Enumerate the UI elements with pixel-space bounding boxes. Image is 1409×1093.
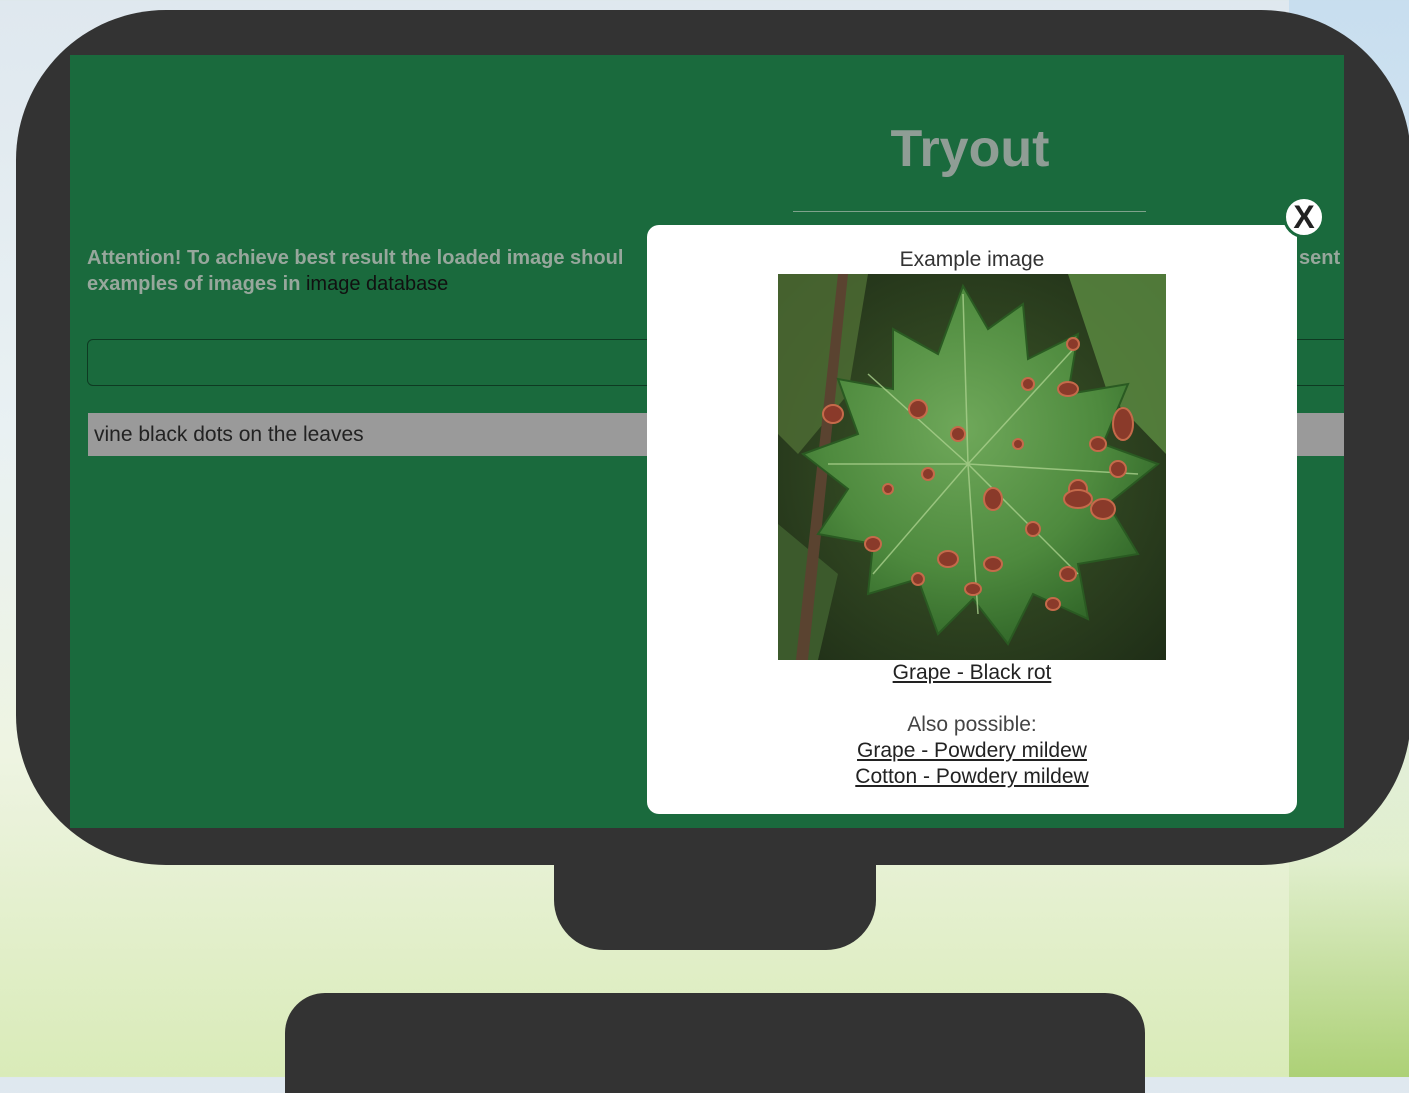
monitor-base bbox=[285, 993, 1145, 1093]
monitor-neck bbox=[554, 860, 876, 950]
dialog-heading: Example image bbox=[899, 248, 1045, 271]
image-database-link[interactable]: image database bbox=[306, 273, 448, 295]
result-link[interactable]: Grape - Black rot bbox=[647, 661, 1297, 685]
attention-text: Attention! To achieve best result the lo… bbox=[87, 247, 624, 269]
page-title: Tryout bbox=[890, 120, 1050, 178]
attention-tail: sent bbox=[1299, 247, 1341, 269]
close-dialog-button[interactable]: X bbox=[1283, 196, 1325, 238]
example-leaf-image bbox=[778, 274, 1166, 660]
title-divider bbox=[793, 211, 1146, 212]
leaf-illustration-icon bbox=[778, 274, 1166, 660]
also-possible-label: Also possible: bbox=[907, 713, 1037, 736]
attention-line2: examples of images in bbox=[87, 273, 306, 295]
example-image-dialog: Example image Grape - Black rot Also pos… bbox=[647, 225, 1297, 814]
alternative-link[interactable]: Cotton - Powdery mildew bbox=[647, 765, 1297, 789]
alternative-link[interactable]: Grape - Powdery mildew bbox=[647, 739, 1297, 763]
